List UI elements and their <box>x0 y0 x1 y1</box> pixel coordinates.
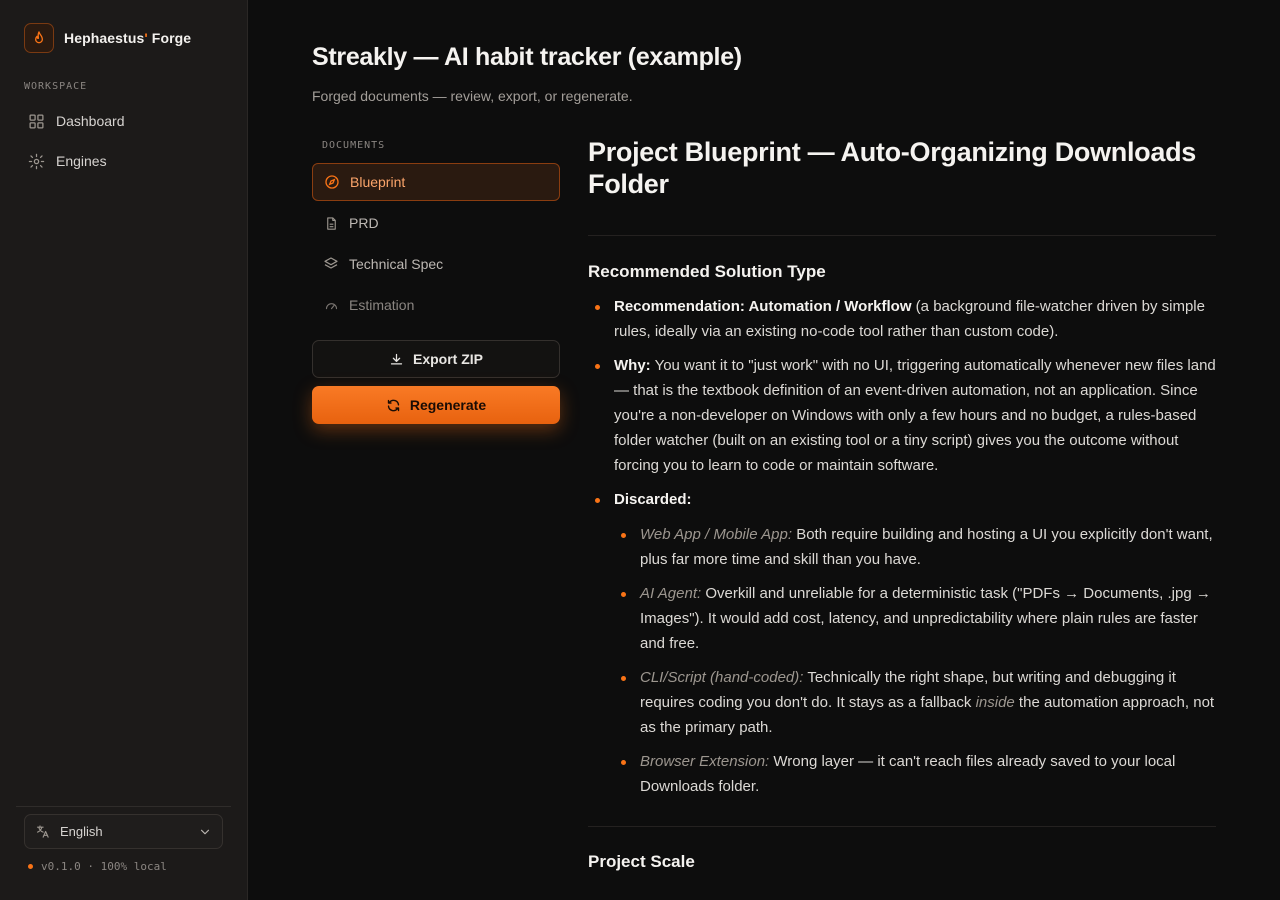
divider <box>588 235 1216 236</box>
translate-icon <box>35 824 50 839</box>
regenerate-button[interactable]: Regenerate <box>312 386 560 424</box>
doc-item-label: Technical Spec <box>349 256 444 272</box>
language-value: English <box>60 824 103 839</box>
sidebar-item-dashboard[interactable]: Dashboard <box>24 106 224 136</box>
documents-section-label: DOCUMENTS <box>322 140 386 151</box>
page-title: Streakly — AI habit tracker (example) <box>312 43 742 71</box>
gear-icon <box>27 152 45 170</box>
file-icon <box>323 215 339 231</box>
list-item-discarded: Discarded: Web App / Mobile App: Both re… <box>588 487 1216 799</box>
doc-item-label: PRD <box>349 215 379 231</box>
workspace-section-label: WORKSPACE <box>24 81 88 92</box>
version-status: v0.1.0 · 100% local <box>28 860 167 873</box>
doc-item-label: Estimation <box>349 297 415 313</box>
compass-icon <box>324 174 340 190</box>
export-zip-button[interactable]: Export ZIP <box>312 340 560 378</box>
version-text: v0.1.0 · 100% local <box>41 860 167 873</box>
document-title: Project Blueprint — Auto-Organizing Down… <box>588 137 1197 199</box>
sidebar-divider <box>16 806 231 807</box>
flame-icon <box>24 23 54 53</box>
list-item: Browser Extension: Wrong layer — it can'… <box>614 749 1216 799</box>
doc-item-blueprint[interactable]: Blueprint <box>312 163 560 201</box>
section-heading-solution-type: Recommended Solution Type <box>588 262 826 281</box>
download-icon <box>389 352 404 367</box>
language-select[interactable]: English <box>24 814 223 849</box>
solution-list: Recommendation: Automation / Workflow (a… <box>588 294 1216 799</box>
doc-item-technical-spec[interactable]: Technical Spec <box>312 245 560 283</box>
page-subtitle: Forged documents — review, export, or re… <box>312 88 633 104</box>
section-heading-project-scale: Project Scale <box>588 852 695 871</box>
list-item: CLI/Script (hand-coded): Technically the… <box>614 665 1216 740</box>
grid-icon <box>27 112 45 130</box>
chevron-down-icon <box>198 825 212 839</box>
list-item-recommendation: Recommendation: Automation / Workflow (a… <box>588 294 1216 344</box>
list-item-why: Why: You want it to "just work" with no … <box>588 353 1216 478</box>
sidebar-item-label: Engines <box>56 153 107 169</box>
brand-name: Hephaestus' Forge <box>64 30 192 46</box>
doc-item-prd[interactable]: PRD <box>312 204 560 242</box>
discarded-list: Web App / Mobile App: Both require build… <box>614 522 1216 799</box>
list-item: Web App / Mobile App: Both require build… <box>614 522 1216 572</box>
list-item: AI Agent: Overkill and unreliable for a … <box>614 581 1216 656</box>
document-viewer: Project Blueprint — Auto-Organizing Down… <box>588 136 1216 884</box>
refresh-icon <box>386 398 401 413</box>
layers-icon <box>323 256 339 272</box>
gauge-icon <box>323 297 339 313</box>
sidebar-item-engines[interactable]: Engines <box>24 146 224 176</box>
doc-item-label: Blueprint <box>350 174 406 190</box>
brand[interactable]: Hephaestus' Forge <box>24 23 191 53</box>
export-zip-label: Export ZIP <box>412 351 483 367</box>
main-content: Streakly — AI habit tracker (example) Fo… <box>248 0 1280 900</box>
sidebar: Hephaestus' Forge WORKSPACE Dashboard En… <box>0 0 248 900</box>
doc-item-estimation[interactable]: Estimation <box>312 286 560 324</box>
status-dot <box>28 864 33 869</box>
divider <box>588 826 1216 827</box>
sidebar-item-label: Dashboard <box>56 113 125 129</box>
regenerate-label: Regenerate <box>409 397 487 413</box>
